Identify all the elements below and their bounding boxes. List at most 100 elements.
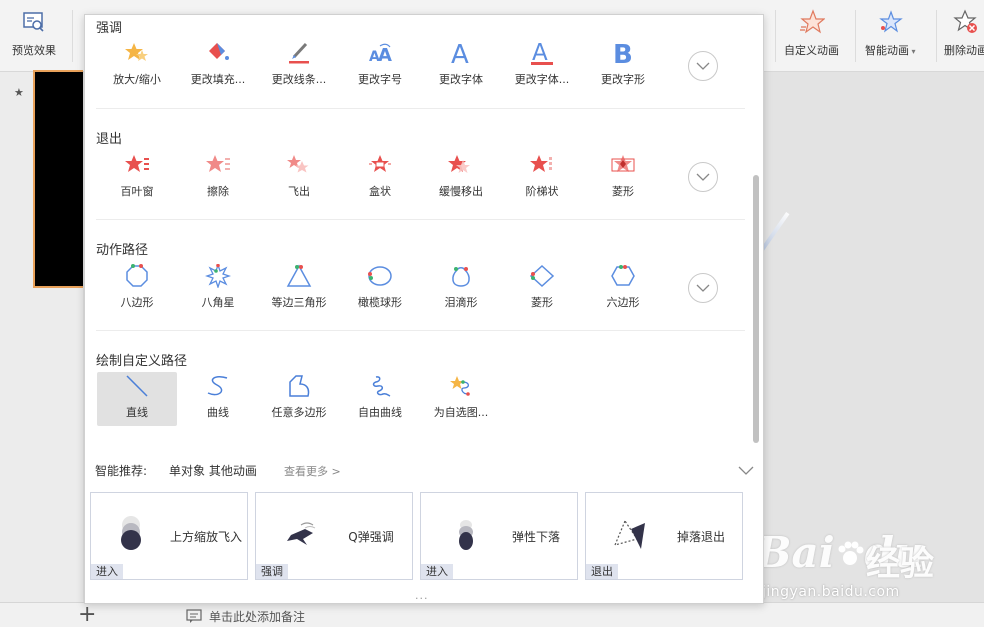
reco-card-name: 掉落退出 [676,530,725,544]
effect-label: 八边形 [120,296,154,309]
effect-change-fill[interactable]: 更改填充... [178,39,258,93]
section-divider [96,219,745,220]
path-football[interactable]: 橄榄球形 [340,262,420,316]
custom-path-curve[interactable]: 曲线 [178,372,258,426]
effect-diamond-exit[interactable]: 菱形 [583,151,663,205]
panel-scrollbar[interactable] [753,175,759,443]
add-slide-icon[interactable]: + [78,603,96,627]
exit-star-icon [526,151,558,179]
effect-label: 擦除 [207,185,229,198]
effect-change-font-color[interactable]: A 更改字体... [502,39,582,93]
reco-card[interactable]: 掉落退出 退出 [585,492,743,580]
exit-star-icon [607,151,639,179]
delete-animation-button[interactable]: 删除动画 [944,8,984,68]
effect-label: 八角星 [201,296,235,309]
expand-exit-button[interactable] [688,162,718,192]
expand-emphasis-button[interactable] [688,51,718,81]
custom-animation-button[interactable]: 自定义动画 [784,8,839,68]
autoshape-path-icon [445,372,477,400]
drop-exit-icon [608,515,654,555]
custom-animation-icon [798,8,826,36]
scribble-path-icon [364,372,396,400]
effect-label: 更改字形 [601,73,645,86]
effect-wipe[interactable]: 擦除 [178,151,258,205]
football-path-icon [364,262,396,290]
effect-label: 橄榄球形 [358,296,402,309]
path-teardrop[interactable]: 泪滴形 [421,262,501,316]
reco-card[interactable]: 上方缩放飞入 进入 [90,492,248,580]
effect-label: 盒状 [369,185,391,198]
effect-slow-out[interactable]: 缓慢移出 [421,151,501,205]
effect-fly-out[interactable]: 飞出 [259,151,339,205]
reco-card[interactable]: Q弹强调 强调 [255,492,413,580]
smart-animation-button[interactable]: 智能动画 ▾ [865,8,916,68]
dropdown-caret-icon: ▾ [909,47,916,56]
reco-card[interactable]: 弹性下落 进入 [420,492,578,580]
chevron-down-icon [696,173,710,181]
font-style-icon: B [607,39,639,67]
octagon-path-icon [121,262,153,290]
custom-path-line[interactable]: 直线 [97,372,177,426]
path-diamond[interactable]: 菱形 [502,262,582,316]
chevron-down-icon [696,284,710,292]
toolbar-divider [936,10,937,62]
effect-label: 菱形 [612,185,634,198]
zoom-fly-in-icon [113,515,159,555]
curve-path-icon [202,372,234,400]
font-color-icon: A [526,39,558,67]
fill-bucket-icon [202,39,234,67]
freeform-polygon-icon [283,372,315,400]
chevron-down-icon [696,62,710,70]
svg-text:A: A [451,40,469,66]
font-icon: A [445,39,477,67]
effect-zoom[interactable]: 放大/缩小 [97,39,177,93]
reco-subtitle: 单对象 其他动画 [169,464,257,478]
elastic-drop-icon [443,515,489,555]
toolbar-divider [855,10,856,62]
effect-label: 更改线条... [271,73,327,86]
smart-animation-text: 智能动画 [865,44,909,57]
path-hexagon[interactable]: 六边形 [583,262,663,316]
custom-animation-label: 自定义动画 [784,44,839,57]
notes-icon [186,609,202,626]
effect-box[interactable]: 盒状 [340,151,420,205]
effect-change-font-style[interactable]: B 更改字形 [583,39,663,93]
effect-label: 飞出 [288,185,310,198]
pen-line-icon [283,39,315,67]
reco-card-name: 弹性下落 [511,530,560,544]
effect-change-font[interactable]: A 更改字体 [421,39,501,93]
effect-label: 更改字体 [439,73,483,86]
delete-animation-icon [952,8,980,36]
preview-button[interactable]: 预览效果 [12,8,56,68]
path-triangle[interactable]: 等边三角形 [259,262,339,316]
notes-input[interactable]: 单击此处添加备注 [209,608,305,625]
reco-title: 智能推荐: [95,464,148,478]
section-divider [96,108,745,109]
chevron-down-icon[interactable] [738,461,754,480]
effect-blinds[interactable]: 百叶窗 [97,151,177,205]
watermark-brand-text: Bai [756,528,835,577]
effect-change-font-size[interactable]: AA 更改字号 [340,39,420,93]
effect-label: 更改字号 [358,73,402,86]
watermark-url: jingyan.baidu.com [762,584,900,600]
path-eight-point-star[interactable]: 八角星 [178,262,258,316]
custom-path-scribble[interactable]: 自由曲线 [340,372,420,426]
toolbar-divider [72,10,73,62]
effect-change-line[interactable]: 更改线条... [259,39,339,93]
exit-star-icon [445,151,477,179]
path-octagon[interactable]: 八边形 [97,262,177,316]
panel-resize-handle[interactable]: ... [415,589,429,602]
expand-motion-path-button[interactable] [688,273,718,303]
reco-more-link[interactable]: 查看更多 > [284,463,341,479]
teardrop-path-icon [445,262,477,290]
watermark-cn: 经验 [866,544,934,584]
slide-thumbnail[interactable] [33,70,83,288]
hexagon-path-icon [607,262,639,290]
custom-path-autoshape[interactable]: 为自选图... [421,372,501,426]
effect-steps[interactable]: 阶梯状 [502,151,582,205]
effect-label: 为自选图... [433,406,489,419]
custom-path-freeform-polygon[interactable]: 任意多边形 [259,372,339,426]
effect-label: 更改填充... [190,73,246,86]
effect-label: 等边三角形 [271,296,327,309]
effect-label: 菱形 [531,296,553,309]
